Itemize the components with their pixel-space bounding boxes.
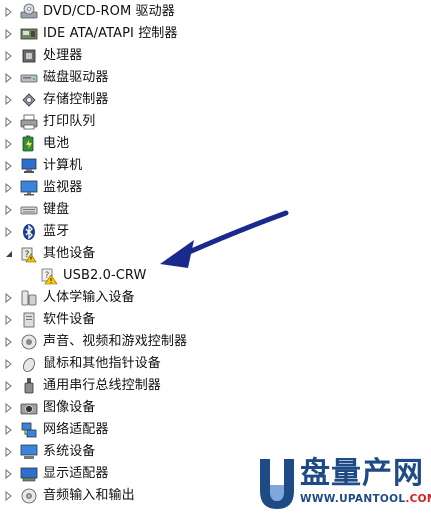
storage-controller-icon xyxy=(20,91,38,109)
bluetooth-icon xyxy=(20,223,38,241)
expand-arrow-icon[interactable] xyxy=(4,359,14,369)
expand-arrow-icon[interactable] xyxy=(4,381,14,391)
disk-drive-icon xyxy=(20,69,38,87)
tree-category-item[interactable]: 系统设备 xyxy=(0,441,95,463)
upantool-logo-icon xyxy=(260,459,294,509)
watermark-url: WWW.UPANTOOL.COM xyxy=(300,493,431,505)
tree-item-label: USB2.0-CRW xyxy=(63,268,147,283)
expand-arrow-icon[interactable] xyxy=(4,117,14,127)
unknown-device-warning-icon: ? xyxy=(40,267,58,285)
tree-category-item[interactable]: 监视器 xyxy=(0,177,82,199)
expand-arrow-icon[interactable] xyxy=(4,7,14,17)
ide-controller-icon xyxy=(20,25,38,43)
tree-item-label: 网络适配器 xyxy=(43,422,109,437)
tree-item-label: 存储控制器 xyxy=(43,92,109,107)
expand-arrow-icon[interactable] xyxy=(4,469,14,479)
sound-icon xyxy=(20,333,38,351)
software-device-icon xyxy=(20,311,38,329)
tree-category-item[interactable]: 人体学输入设备 xyxy=(0,287,135,309)
tree-item-label: 计算机 xyxy=(43,158,83,173)
keyboard-icon xyxy=(20,201,38,219)
tree-category-item[interactable]: 鼠标和其他指针设备 xyxy=(0,353,161,375)
monitor-icon xyxy=(20,179,38,197)
expand-arrow-icon[interactable] xyxy=(4,51,14,61)
collapse-arrow-icon[interactable] xyxy=(4,249,14,259)
tree-category-item[interactable]: 键盘 xyxy=(0,199,69,221)
expand-arrow-icon[interactable] xyxy=(4,205,14,215)
computer-icon xyxy=(20,157,38,175)
tree-item-label: 其他设备 xyxy=(43,246,96,261)
tree-category-item[interactable]: 计算机 xyxy=(0,155,82,177)
tree-item-label: 电池 xyxy=(43,136,70,151)
expand-arrow-icon[interactable] xyxy=(4,29,14,39)
tree-item-label: 蓝牙 xyxy=(43,224,70,239)
expand-arrow-icon[interactable] xyxy=(4,227,14,237)
tree-item-label: 通用串行总线控制器 xyxy=(43,378,161,393)
tree-item-label: 声音、视频和游戏控制器 xyxy=(43,334,188,349)
tree-category-item[interactable]: 图像设备 xyxy=(0,397,95,419)
expand-arrow-icon[interactable] xyxy=(4,447,14,457)
tree-category-item[interactable]: 磁盘驱动器 xyxy=(0,67,109,89)
expand-arrow-icon[interactable] xyxy=(4,315,14,325)
usb-icon xyxy=(20,377,38,395)
display-adapter-icon xyxy=(20,465,38,483)
tree-item-label: 系统设备 xyxy=(43,444,96,459)
tree-category-item[interactable]: 电池 xyxy=(0,133,69,155)
expand-arrow-icon[interactable] xyxy=(4,491,14,501)
expand-arrow-icon[interactable] xyxy=(4,403,14,413)
tree-item-label: 软件设备 xyxy=(43,312,96,327)
tree-item-label: 音频输入和输出 xyxy=(43,488,135,503)
tree-category-item[interactable]: 显示适配器 xyxy=(0,463,109,485)
camera-icon xyxy=(20,399,38,417)
tree-child-item[interactable]: ? USB2.0-CRW xyxy=(0,265,147,287)
tree-category-item[interactable]: 存储控制器 xyxy=(0,89,109,111)
tree-item-label: 人体学输入设备 xyxy=(43,290,135,305)
tree-item-label: 打印队列 xyxy=(43,114,96,129)
expand-arrow-icon[interactable] xyxy=(4,161,14,171)
tree-item-label: DVD/CD-ROM 驱动器 xyxy=(43,4,175,19)
upantool-watermark: 盘量产网 WWW.UPANTOOL.COM xyxy=(250,455,431,515)
expand-arrow-icon[interactable] xyxy=(4,183,14,193)
tree-category-item[interactable]: 处理器 xyxy=(0,45,82,67)
expand-arrow-icon[interactable] xyxy=(4,73,14,83)
tree-category-item[interactable]: 蓝牙 xyxy=(0,221,69,243)
expand-arrow-icon[interactable] xyxy=(4,95,14,105)
tree-category-item[interactable]: 软件设备 xyxy=(0,309,95,331)
tree-item-label: 鼠标和其他指针设备 xyxy=(43,356,161,371)
tree-category-item[interactable]: DVD/CD-ROM 驱动器 xyxy=(0,1,175,23)
tree-category-item[interactable]: 声音、视频和游戏控制器 xyxy=(0,331,187,353)
other-devices-icon: ? xyxy=(20,245,38,263)
mouse-icon xyxy=(20,355,38,373)
tree-category-item[interactable]: 网络适配器 xyxy=(0,419,109,441)
watermark-brand: 盘量产网 xyxy=(300,456,424,491)
expand-arrow-icon[interactable] xyxy=(4,139,14,149)
tree-item-label: IDE ATA/ATAPI 控制器 xyxy=(43,26,178,41)
tree-category-item[interactable]: IDE ATA/ATAPI 控制器 xyxy=(0,23,178,45)
expand-arrow-icon[interactable] xyxy=(4,293,14,303)
tree-item-label: 显示适配器 xyxy=(43,466,109,481)
tree-item-label: 图像设备 xyxy=(43,400,96,415)
tree-item-label: 处理器 xyxy=(43,48,83,63)
printer-icon xyxy=(20,113,38,131)
tree-item-label: 监视器 xyxy=(43,180,83,195)
dvd-drive-icon xyxy=(20,3,38,21)
battery-icon xyxy=(20,135,38,153)
tree-category-item[interactable]: 通用串行总线控制器 xyxy=(0,375,161,397)
tree-category-item[interactable]: 音频输入和输出 xyxy=(0,485,135,507)
audio-io-icon xyxy=(20,487,38,505)
processor-icon xyxy=(20,47,38,65)
tree-category-item[interactable]: ? 其他设备 xyxy=(0,243,95,265)
tree-item-label: 磁盘驱动器 xyxy=(43,70,109,85)
expand-arrow-icon[interactable] xyxy=(4,425,14,435)
tree-item-label: 键盘 xyxy=(43,202,70,217)
system-device-icon xyxy=(20,443,38,461)
network-adapter-icon xyxy=(20,421,38,439)
expand-arrow-icon[interactable] xyxy=(4,337,14,347)
hid-icon xyxy=(20,289,38,307)
tree-category-item[interactable]: 打印队列 xyxy=(0,111,95,133)
